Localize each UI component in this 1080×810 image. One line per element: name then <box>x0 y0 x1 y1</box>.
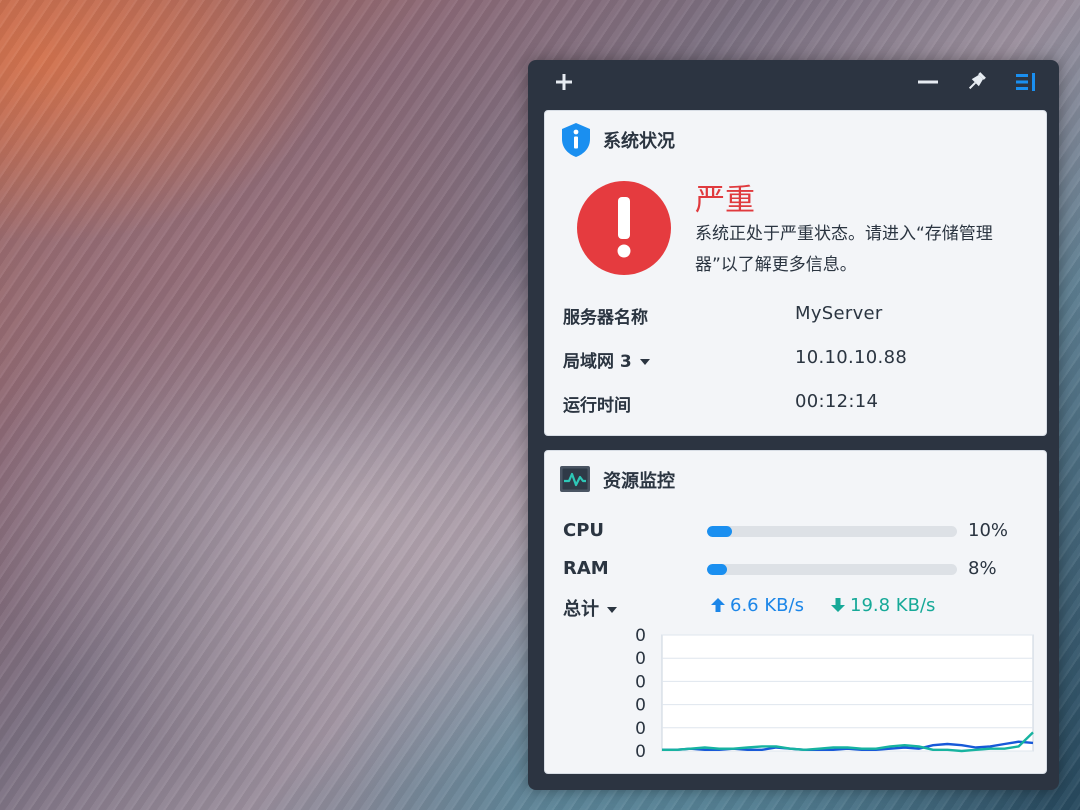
lan-ip-value: 10.10.10.88 <box>795 347 908 368</box>
chevron-down-icon <box>607 607 617 613</box>
plus-icon <box>556 74 572 90</box>
system-status-widget: 系统状况 严重 系统正处于严重状态。请进入“存储管理器”以了解更多信息。 服务器… <box>544 110 1047 436</box>
upload-rate-value: 6.6 KB/s <box>730 595 804 616</box>
sidebar-toggle-icon <box>1016 73 1035 91</box>
ram-percent: 8% <box>968 558 997 579</box>
sidebar-toggle-button[interactable] <box>1012 69 1040 95</box>
lan-label: 局域网 3 <box>563 352 632 372</box>
ram-label: RAM <box>563 558 609 579</box>
server-name-value: MyServer <box>795 303 883 324</box>
chart-y-tick-label: 100 <box>635 627 646 646</box>
chart-y-tick-label: 0 <box>635 742 646 762</box>
resource-monitor-title: 资源监控 <box>603 471 675 492</box>
network-label: 总计 <box>563 599 599 620</box>
cpu-progress-fill <box>707 526 732 537</box>
exclamation-circle-icon <box>577 181 671 275</box>
download-rate-value: 19.8 KB/s <box>850 595 936 616</box>
resource-monitor-widget: 资源监控 CPU 10% RAM 8% 总计 6.6 KB/s 19.8 KB/… <box>544 450 1047 774</box>
lan-selector[interactable]: 局域网 3 <box>563 347 650 372</box>
chart-y-tick-label: 60 <box>635 672 646 692</box>
status-severity: 严重 <box>695 183 755 218</box>
minus-icon <box>918 80 938 84</box>
upload-rate: 6.6 KB/s <box>711 595 804 616</box>
cpu-progress-bar <box>707 526 957 537</box>
ram-progress-bar <box>707 564 957 575</box>
uptime-label: 运行时间 <box>563 396 631 416</box>
chart-plot-area <box>661 634 1034 752</box>
system-status-title: 系统状况 <box>603 131 675 152</box>
add-widget-button[interactable] <box>550 69 578 95</box>
widget-toolbar <box>528 60 1059 104</box>
widget-panel: 系统状况 严重 系统正处于严重状态。请进入“存储管理器”以了解更多信息。 服务器… <box>528 60 1059 790</box>
chart-y-tick-label: 80 <box>635 649 646 669</box>
chart-y-tick-label: 20 <box>635 719 646 739</box>
info-shield-icon <box>562 123 590 157</box>
server-name-label: 服务器名称 <box>563 308 648 328</box>
download-rate: 19.8 KB/s <box>831 595 935 616</box>
chart-y-tick-label: 40 <box>635 696 646 716</box>
minimize-button[interactable] <box>914 69 942 95</box>
download-arrow-icon <box>831 598 845 612</box>
uptime-value: 00:12:14 <box>795 391 879 412</box>
pin-icon <box>968 72 986 90</box>
ram-progress-fill <box>707 564 727 575</box>
network-selector[interactable]: 总计 <box>563 595 617 621</box>
cpu-label: CPU <box>563 520 605 541</box>
chevron-down-icon <box>639 359 650 365</box>
resource-monitor-icon <box>560 466 590 492</box>
network-chart: 100 80 60 40 20 0 <box>635 627 1034 762</box>
pin-button[interactable] <box>962 69 990 95</box>
cpu-percent: 10% <box>968 520 1009 541</box>
upload-arrow-icon <box>711 598 725 612</box>
status-description: 系统正处于严重状态。请进入“存储管理器”以了解更多信息。 <box>695 224 993 275</box>
